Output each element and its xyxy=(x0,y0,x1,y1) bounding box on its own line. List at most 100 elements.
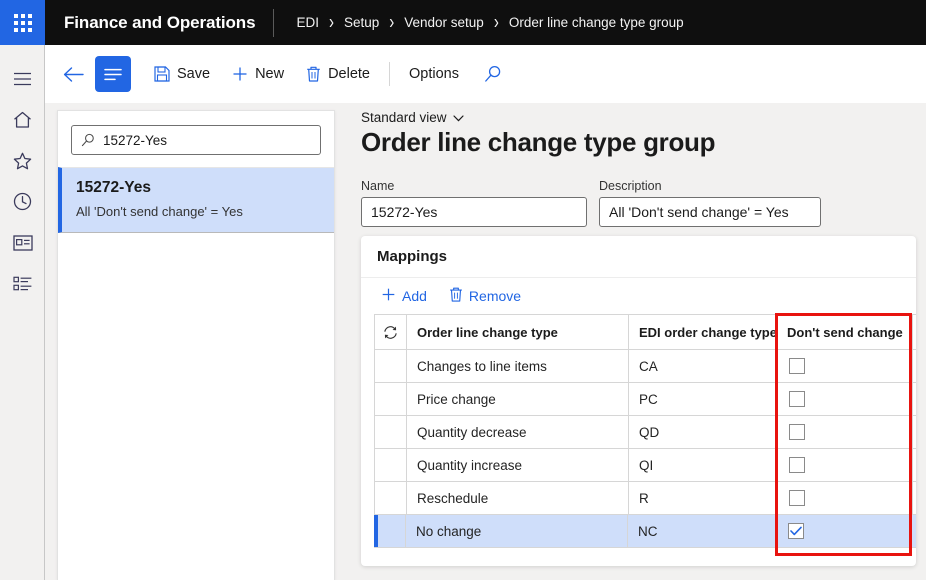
cell-order-line-change-type[interactable]: Reschedule xyxy=(407,482,629,514)
top-header-bar: Finance and Operations EDI › Setup › Ven… xyxy=(0,0,926,45)
row-selector[interactable] xyxy=(375,416,407,448)
command-bar: Save New xyxy=(45,45,926,103)
save-disk-icon xyxy=(154,66,170,82)
chevron-right-icon: › xyxy=(379,12,404,32)
breadcrumb-item-edi[interactable]: EDI xyxy=(296,15,319,30)
search-input-box[interactable] xyxy=(71,125,321,155)
trash-icon xyxy=(306,66,321,82)
cell-edi-order-change-type[interactable]: QI xyxy=(629,449,777,481)
name-field-label: Name xyxy=(361,179,587,193)
workspace-icon[interactable] xyxy=(0,222,45,263)
row-selector[interactable] xyxy=(375,383,407,415)
chevron-right-icon: › xyxy=(319,12,344,32)
app-title: Finance and Operations xyxy=(45,13,273,33)
column-header-order-line-change-type[interactable]: Order line change type xyxy=(407,315,629,349)
dont-send-change-checkbox[interactable] xyxy=(789,424,805,440)
cell-dont-send-change[interactable] xyxy=(777,383,913,415)
search-icon[interactable] xyxy=(476,57,510,91)
dont-send-change-checkbox[interactable] xyxy=(789,457,805,473)
form-fields: Name Description xyxy=(361,179,926,227)
row-selector[interactable] xyxy=(374,515,406,547)
table-row[interactable]: Quantity increase QI xyxy=(375,449,916,482)
name-field-box[interactable] xyxy=(361,197,587,227)
name-field[interactable] xyxy=(371,204,577,220)
table-row[interactable]: Reschedule R xyxy=(375,482,916,515)
add-button[interactable]: Add xyxy=(374,283,434,309)
refresh-icon[interactable] xyxy=(375,315,407,349)
mappings-toolbar: Add Remove xyxy=(361,278,916,314)
main-content: Standard view Order line change type gro… xyxy=(355,103,926,580)
delete-button[interactable]: Delete xyxy=(295,56,381,92)
options-button[interactable]: Options xyxy=(398,56,470,92)
column-header-dont-send-change[interactable]: Don't send change xyxy=(777,315,913,349)
waffle-grid xyxy=(14,14,32,32)
table-row[interactable]: Changes to line items CA xyxy=(375,350,916,383)
show-list-pane-icon[interactable] xyxy=(95,56,131,92)
mappings-card: Mappings Add xyxy=(361,236,916,566)
cell-dont-send-change[interactable] xyxy=(777,482,913,514)
breadcrumb-item-setup[interactable]: Setup xyxy=(344,15,379,30)
description-field[interactable] xyxy=(609,204,811,220)
cell-edi-order-change-type[interactable]: PC xyxy=(629,383,777,415)
list-item[interactable]: 15272-Yes All 'Don't send change' = Yes xyxy=(58,167,334,233)
description-field-label: Description xyxy=(599,179,821,193)
cell-order-line-change-type[interactable]: Price change xyxy=(407,383,629,415)
dont-send-change-checkbox[interactable] xyxy=(789,490,805,506)
row-selector[interactable] xyxy=(375,449,407,481)
new-label: New xyxy=(255,66,284,82)
cell-order-line-change-type[interactable]: Quantity decrease xyxy=(407,416,629,448)
cell-dont-send-change[interactable] xyxy=(777,416,913,448)
description-field-group: Description xyxy=(599,179,821,227)
cell-dont-send-change[interactable] xyxy=(777,449,913,481)
breadcrumb-item-vendor-setup[interactable]: Vendor setup xyxy=(404,15,484,30)
row-selector[interactable] xyxy=(375,350,407,382)
table-row[interactable]: No change NC xyxy=(375,515,916,548)
plus-icon xyxy=(381,287,396,305)
add-label: Add xyxy=(402,288,427,304)
star-icon[interactable] xyxy=(0,140,45,181)
chevron-right-icon: › xyxy=(484,12,509,32)
cell-edi-order-change-type[interactable]: NC xyxy=(628,515,776,547)
home-icon[interactable] xyxy=(0,99,45,140)
chevron-down-icon xyxy=(453,110,464,125)
cell-edi-order-change-type[interactable]: R xyxy=(629,482,777,514)
hamburger-menu-icon[interactable] xyxy=(0,58,45,99)
modules-list-icon[interactable] xyxy=(0,263,45,304)
list-item-title: 15272-Yes xyxy=(76,179,320,197)
list-item-subtitle: All 'Don't send change' = Yes xyxy=(76,204,320,219)
cell-order-line-change-type[interactable]: Changes to line items xyxy=(407,350,629,382)
save-button[interactable]: Save xyxy=(143,56,221,92)
save-label: Save xyxy=(177,66,210,82)
table-row[interactable]: Price change PC xyxy=(375,383,916,416)
mappings-grid: Order line change type EDI order change … xyxy=(374,314,916,548)
view-selector[interactable]: Standard view xyxy=(361,110,464,125)
description-field-box[interactable] xyxy=(599,197,821,227)
options-label: Options xyxy=(409,66,459,82)
new-button[interactable]: New xyxy=(221,56,295,92)
view-selector-label: Standard view xyxy=(361,110,447,125)
mappings-title: Mappings xyxy=(361,236,916,278)
grid-header-row: Order line change type EDI order change … xyxy=(375,315,916,350)
dont-send-change-checkbox[interactable] xyxy=(788,523,804,539)
breadcrumb-item-current: Order line change type group xyxy=(509,15,684,30)
cell-order-line-change-type[interactable]: No change xyxy=(406,515,628,547)
remove-button[interactable]: Remove xyxy=(442,283,528,309)
column-header-edi-order-change-type[interactable]: EDI order change type xyxy=(629,315,777,349)
clock-icon[interactable] xyxy=(0,181,45,222)
app-launcher-waffle-icon[interactable] xyxy=(0,0,45,45)
cell-order-line-change-type[interactable]: Quantity increase xyxy=(407,449,629,481)
search-input[interactable] xyxy=(103,133,311,148)
cell-edi-order-change-type[interactable]: CA xyxy=(629,350,777,382)
trash-icon xyxy=(449,287,463,305)
dont-send-change-checkbox[interactable] xyxy=(789,391,805,407)
table-row[interactable]: Quantity decrease QD xyxy=(375,416,916,449)
list-search-wrapper xyxy=(58,111,334,167)
remove-label: Remove xyxy=(469,288,521,304)
back-arrow-icon[interactable] xyxy=(57,58,89,90)
cell-dont-send-change[interactable] xyxy=(776,515,912,547)
dont-send-change-checkbox[interactable] xyxy=(789,358,805,374)
app-root: Finance and Operations EDI › Setup › Ven… xyxy=(0,0,926,580)
row-selector[interactable] xyxy=(375,482,407,514)
cell-dont-send-change[interactable] xyxy=(777,350,913,382)
cell-edi-order-change-type[interactable]: QD xyxy=(629,416,777,448)
